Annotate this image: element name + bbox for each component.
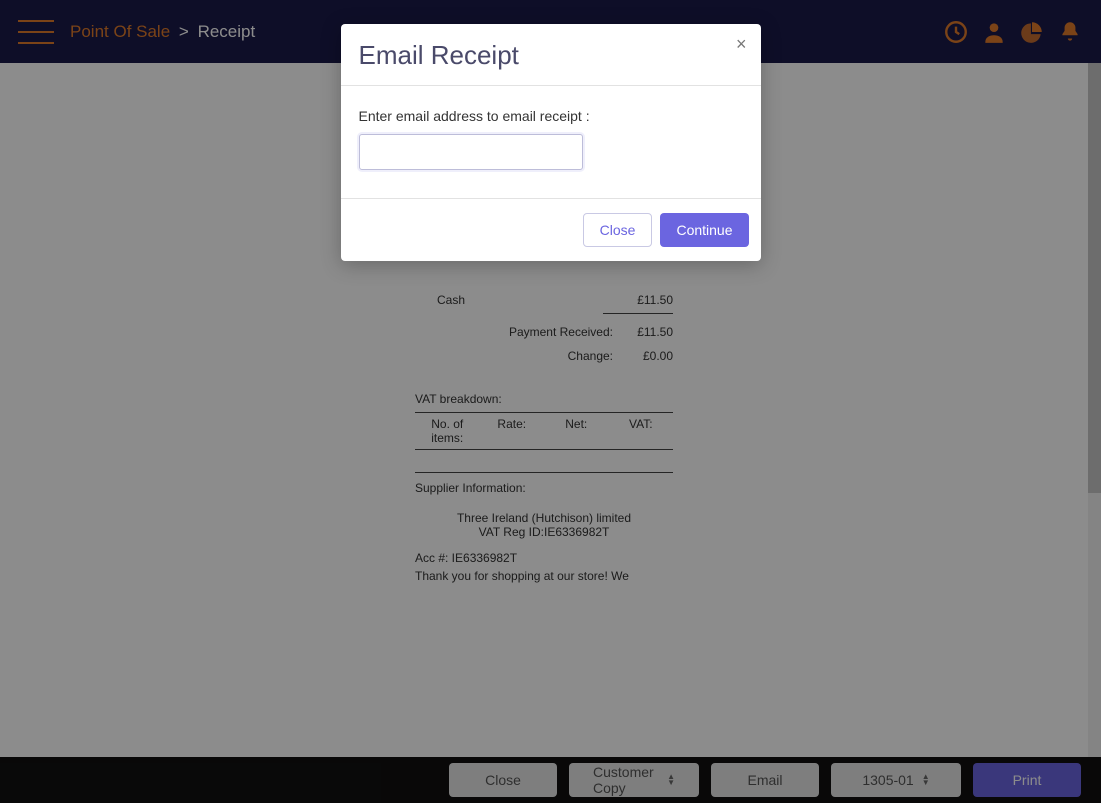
email-prompt: Enter email address to email receipt : — [359, 108, 743, 124]
email-receipt-modal: Email Receipt × Enter email address to e… — [341, 24, 761, 261]
modal-close-button[interactable]: Close — [583, 213, 653, 247]
close-icon[interactable]: × — [736, 34, 747, 55]
modal-continue-button[interactable]: Continue — [660, 213, 748, 247]
modal-title: Email Receipt — [359, 40, 743, 71]
email-field[interactable] — [359, 134, 583, 170]
